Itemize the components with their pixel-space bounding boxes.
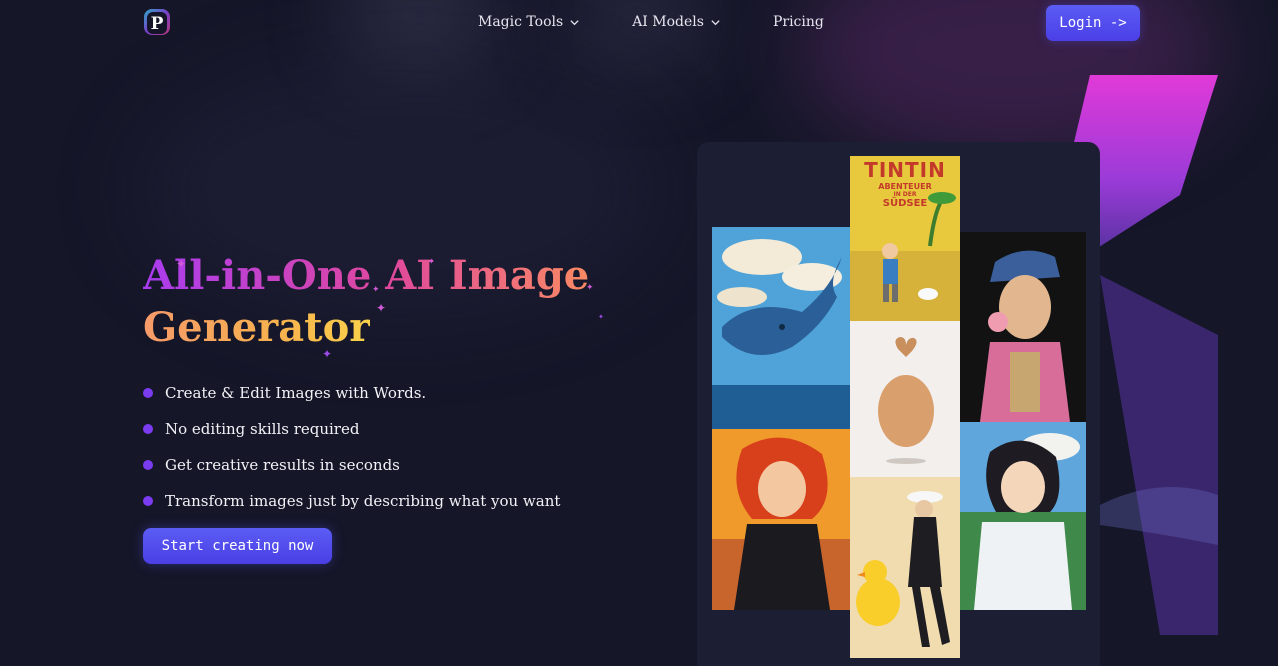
- tintin-subtitle: SÜDSEE: [882, 198, 928, 209]
- logo-icon: P: [144, 9, 170, 35]
- nav-label: Magic Tools: [478, 14, 564, 30]
- chevron-down-icon: [711, 19, 720, 25]
- bullet-icon: [143, 388, 153, 398]
- gallery-image-heart-hand[interactable]: [850, 321, 960, 477]
- feature-text: Create & Edit Images with Words.: [165, 384, 427, 402]
- sparkle-icon: ✦: [586, 283, 594, 293]
- gallery-image-ghibli-girl[interactable]: [960, 422, 1086, 610]
- heart-hand-image: [850, 321, 960, 477]
- gallery-image-tintin[interactable]: TINTIN ABENTEUER IN DER SÜDSEE: [850, 156, 960, 321]
- start-creating-button[interactable]: Start creating now: [143, 528, 332, 564]
- nav-label: Pricing: [772, 14, 824, 30]
- nav-magic-tools[interactable]: Magic Tools: [478, 12, 580, 32]
- sparkle-icon: ✦: [372, 285, 380, 295]
- feature-text: Get creative results in seconds: [165, 456, 400, 474]
- svg-text:P: P: [151, 14, 164, 34]
- feature-list: Create & Edit Images with Words. No edit…: [143, 375, 560, 519]
- feature-text: No editing skills required: [165, 420, 360, 438]
- background-glow: [340, 0, 500, 70]
- bullet-icon: [143, 460, 153, 470]
- gallery-image-redhead[interactable]: [712, 429, 850, 610]
- tintin-subtitle: ABENTEUER: [878, 182, 932, 191]
- hero-title-line1: All-in-One AI Image: [143, 252, 590, 299]
- list-item: No editing skills required: [143, 411, 560, 447]
- sparkle-icon: ✦: [598, 313, 604, 321]
- gallery-image-whale[interactable]: [712, 227, 850, 429]
- login-button[interactable]: Login ->: [1046, 5, 1140, 41]
- redhead-image: [712, 429, 850, 610]
- main-nav: Magic Tools AI Models Pricing: [478, 12, 824, 32]
- bullet-icon: [143, 424, 153, 434]
- nav-label: AI Models: [632, 14, 704, 30]
- whale-image: [712, 227, 850, 429]
- chevron-down-icon: [570, 19, 579, 25]
- nav-pricing[interactable]: Pricing: [773, 12, 824, 32]
- sparkle-icon: ✦: [176, 257, 187, 271]
- list-item: Get creative results in seconds: [143, 447, 560, 483]
- site-logo[interactable]: P: [142, 7, 172, 37]
- gallery-image-duck-dancer[interactable]: [850, 477, 960, 658]
- gallery-image-pearl-girl[interactable]: [960, 232, 1086, 422]
- duck-dancer-image: [850, 477, 960, 658]
- sparkle-icon: ✦: [322, 347, 333, 361]
- nav-ai-models[interactable]: AI Models: [632, 12, 721, 32]
- ghibli-girl-image: [960, 422, 1086, 610]
- list-item: Transform images just by describing what…: [143, 483, 560, 519]
- tintin-title: TINTIN: [864, 158, 946, 182]
- pearl-girl-image: [960, 232, 1086, 422]
- sparkle-icon: ✦: [376, 301, 387, 315]
- feature-text: Transform images just by describing what…: [165, 492, 561, 510]
- bullet-icon: [143, 496, 153, 506]
- hero-title-line2: Generator: [143, 304, 371, 351]
- list-item: Create & Edit Images with Words.: [143, 375, 560, 411]
- background-glow: [560, 0, 710, 70]
- sparkle-icon: ✦: [428, 257, 435, 266]
- tintin-subtitle: IN DER: [893, 191, 917, 198]
